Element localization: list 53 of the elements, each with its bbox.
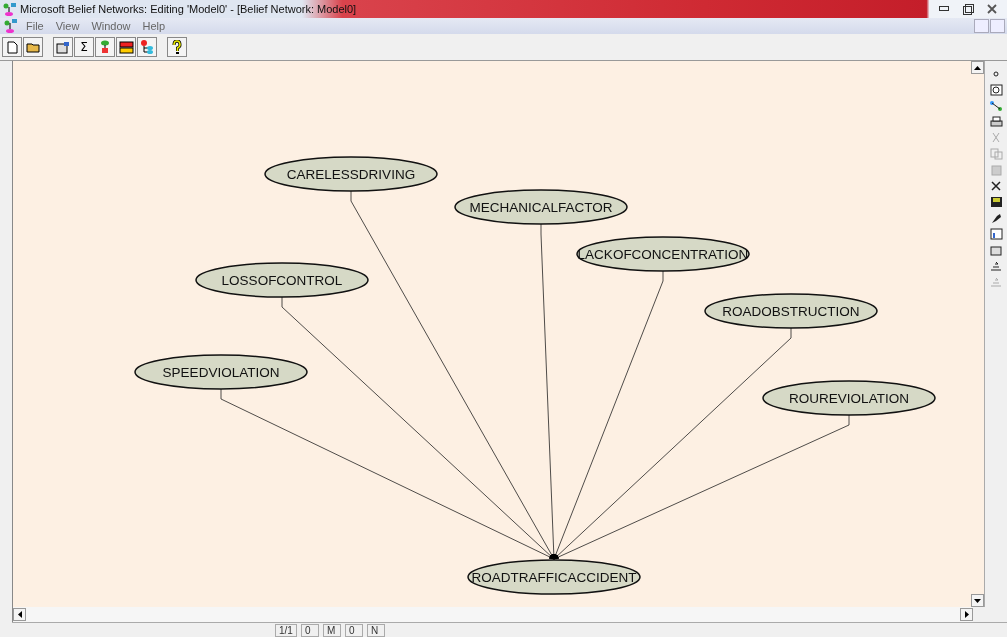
network-node[interactable]: ROADOBSTRUCTION xyxy=(704,293,878,329)
properties-button[interactable] xyxy=(53,37,73,57)
menu-item[interactable]: File xyxy=(20,20,50,32)
properties-icon xyxy=(56,40,70,54)
sum-button[interactable]: Σ xyxy=(74,37,94,57)
network-node[interactable]: ROADTRAFFICACCIDENT xyxy=(467,559,641,595)
status-field: N xyxy=(366,624,385,637)
scroll-right-button[interactable] xyxy=(960,608,973,621)
tree-button[interactable] xyxy=(137,37,157,57)
open-button[interactable] xyxy=(23,37,43,57)
network-node[interactable]: MECHANICALFACTOR xyxy=(454,189,628,225)
node-button[interactable] xyxy=(95,37,115,57)
node-icon xyxy=(100,40,110,54)
toolbar-icon[interactable] xyxy=(989,212,1003,224)
down-arrow-icon xyxy=(974,598,981,603)
bars-button[interactable] xyxy=(116,37,136,57)
menu-item[interactable]: Window xyxy=(85,20,137,32)
toolbar-icon[interactable] xyxy=(989,180,1003,192)
scroll-down-button[interactable] xyxy=(971,594,984,607)
network-node[interactable]: ROUREVIOLATION xyxy=(762,380,936,416)
minimize-icon xyxy=(939,6,949,12)
help-icon xyxy=(172,39,182,55)
status-field: 1/1 xyxy=(275,624,297,637)
network-node[interactable]: LOSSOFCONTROL xyxy=(195,262,369,298)
toolbar-icon[interactable] xyxy=(989,196,1003,208)
status-field: 0 xyxy=(344,624,363,637)
network-node[interactable]: SPEEDVIOLATION xyxy=(134,354,308,390)
toolbar-icon[interactable] xyxy=(989,84,1003,96)
folder-icon xyxy=(25,41,41,53)
left-arrow-icon xyxy=(17,611,22,618)
network-node[interactable]: LACKOFCONCENTRATION xyxy=(576,236,750,272)
status-field: M xyxy=(322,624,341,637)
scroll-up-button[interactable] xyxy=(971,61,984,74)
right-arrow-icon xyxy=(964,611,969,618)
app-icon xyxy=(4,19,18,33)
menu-item[interactable]: View xyxy=(49,20,86,32)
toolbar-icon[interactable] xyxy=(989,116,1003,128)
network-node[interactable]: CARELESSDRIVING xyxy=(264,156,438,192)
window-title: Microsoft Belief Networks: Editing 'Model0' - [Belief Network: Model0] xyxy=(20,3,357,15)
new-button[interactable] xyxy=(2,37,22,57)
restore-icon xyxy=(962,3,974,15)
close-icon xyxy=(987,4,997,14)
app-icon xyxy=(3,2,17,16)
help-button[interactable] xyxy=(167,37,187,57)
scroll-left-button[interactable] xyxy=(13,608,26,621)
tree-icon xyxy=(140,40,154,54)
toolbar-icon[interactable] xyxy=(989,228,1003,240)
status-field: 0 xyxy=(300,624,319,637)
page-icon xyxy=(6,40,18,54)
toolbar-icon[interactable] xyxy=(989,100,1003,112)
menu-item[interactable]: Help xyxy=(136,20,172,32)
up-arrow-icon xyxy=(974,65,981,70)
bars-icon xyxy=(118,40,134,54)
